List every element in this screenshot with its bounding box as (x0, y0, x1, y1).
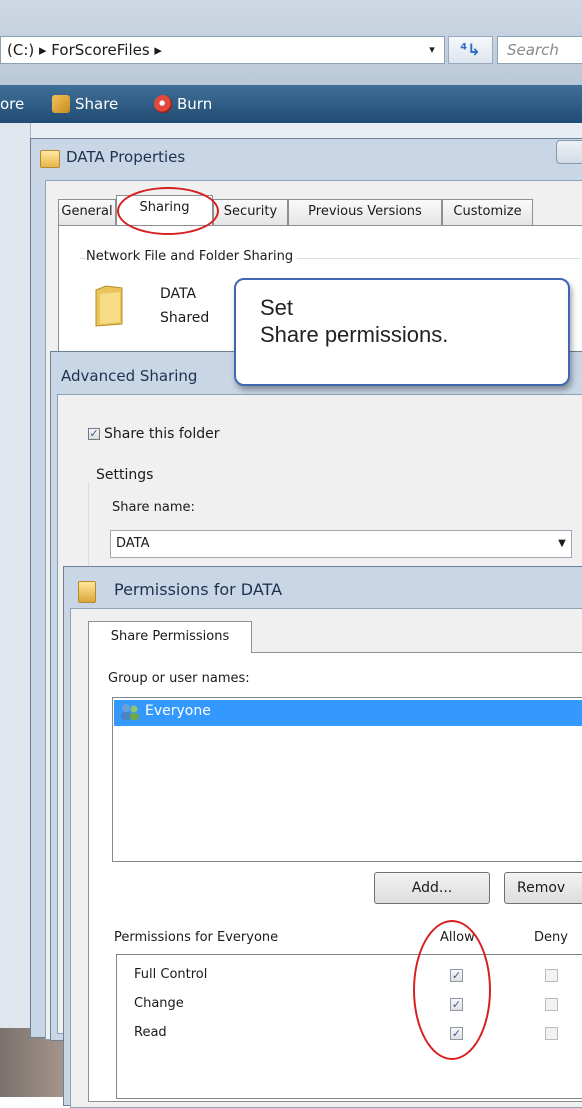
command-bar: ore Share Burn (0, 85, 582, 123)
share-name-combobox[interactable]: DATA (110, 530, 572, 558)
permissions-for-label: Permissions for Everyone (114, 930, 279, 945)
share-name-label: Share name: (112, 500, 195, 515)
perm-row-read: Read (134, 1025, 167, 1040)
group-or-user-names-label: Group or user names: (108, 671, 250, 686)
deny-full-control-checkbox[interactable] (545, 969, 558, 982)
user-everyone[interactable]: Everyone (145, 703, 211, 719)
advanced-sharing-title: Advanced Sharing (61, 367, 198, 385)
add-button[interactable]: Add... (374, 872, 490, 904)
refresh-button[interactable]: ⁴↳ (448, 36, 493, 64)
users-group-icon (121, 704, 139, 720)
burn-button[interactable]: Burn (154, 95, 212, 113)
deny-column-header: Deny (534, 930, 568, 945)
navigation-pane (0, 123, 31, 1097)
close-button[interactable] (556, 140, 582, 164)
folder-share-state: Shared (160, 310, 210, 326)
folder-name: DATA (160, 286, 197, 302)
settings-group-divider (88, 482, 89, 572)
folder-icon (78, 581, 96, 603)
tab-general[interactable]: General (58, 199, 116, 225)
highlight-oval-allow-column (413, 920, 491, 1060)
perm-row-change: Change (134, 996, 184, 1011)
folder-share-icon (40, 150, 60, 168)
share-button[interactable]: Share (52, 95, 118, 113)
remove-button[interactable]: Remov (504, 872, 582, 904)
highlight-oval-sharing-tab (117, 187, 219, 235)
tab-share-permissions[interactable]: Share Permissions (88, 621, 252, 653)
organize-button-fragment[interactable]: ore (0, 95, 24, 113)
settings-group-label: Settings (96, 467, 154, 483)
callout-line-1: Set (260, 295, 294, 320)
perm-row-full-control: Full Control (134, 967, 208, 982)
tab-customize[interactable]: Customize (442, 199, 533, 225)
deny-read-checkbox[interactable] (545, 1027, 558, 1040)
network-sharing-group-title: Network File and Folder Sharing (86, 249, 298, 264)
share-folder-label: Share this folder (104, 426, 220, 442)
permissions-title: Permissions for DATA (114, 580, 283, 599)
chevron-down-icon[interactable]: ▼ (552, 530, 572, 558)
burn-label: Burn (177, 95, 213, 113)
tab-previous-versions[interactable]: Previous Versions (288, 199, 442, 225)
share-folder-checkbox[interactable]: ✓ (88, 428, 100, 440)
instruction-callout: Set Share permissions. (234, 278, 570, 386)
properties-title: DATA Properties (66, 148, 186, 166)
burn-disc-icon (154, 95, 172, 113)
tab-security[interactable]: Security (213, 199, 288, 225)
search-input[interactable]: Search (497, 36, 582, 64)
deny-change-checkbox[interactable] (545, 998, 558, 1011)
share-icon (52, 95, 70, 113)
share-label: Share (75, 95, 119, 113)
folder-icon (95, 285, 123, 327)
address-bar[interactable]: (C:) ▸ ForScoreFiles ▸ (0, 36, 445, 64)
callout-line-2: Share permissions. (260, 322, 449, 347)
address-dropdown-icon[interactable]: ▾ (420, 36, 444, 64)
